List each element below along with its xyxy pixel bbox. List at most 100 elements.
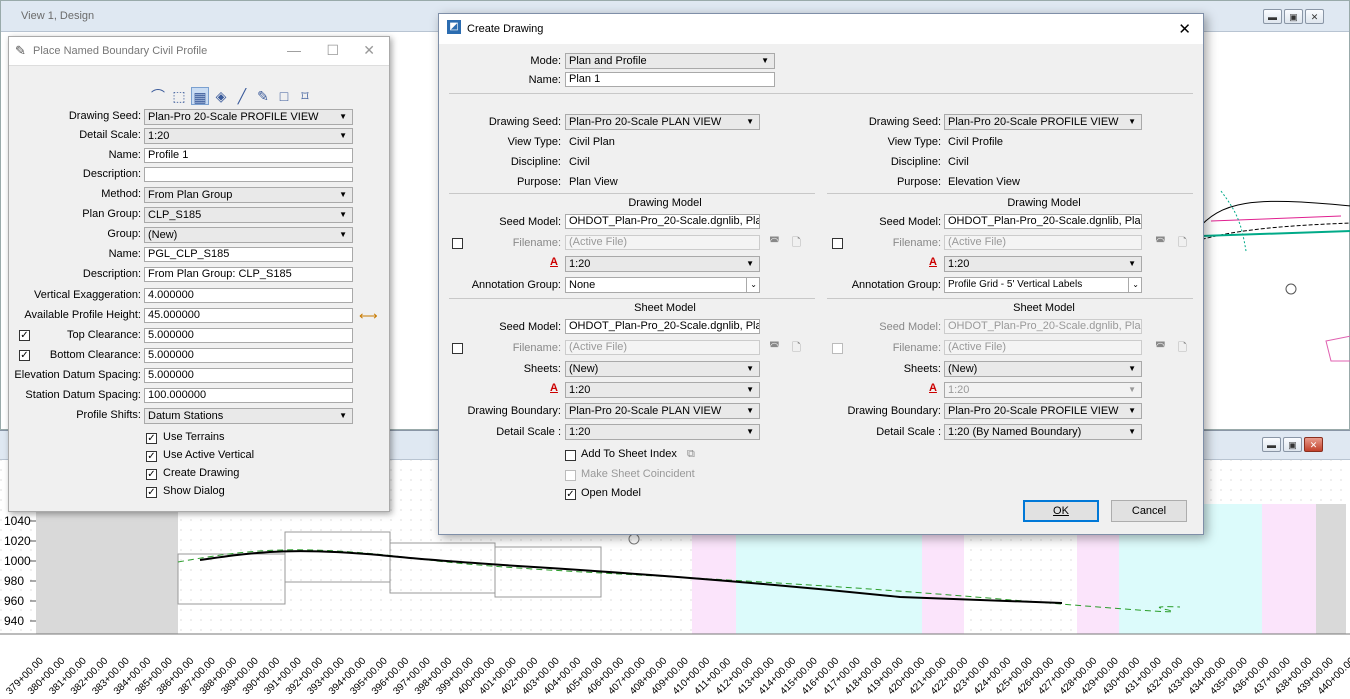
folder-icon[interactable]: ◚ [1155,235,1166,248]
close-icon[interactable]: ✕ [1178,20,1191,38]
left-sheets-dropdown[interactable]: (New) ▼ [565,361,760,377]
left-sheet-filename-field[interactable]: (Active File) [565,340,760,355]
shape-icon[interactable]: ⌑ [296,87,314,105]
group-name-field[interactable]: PGL_CLP_S185 [144,247,353,262]
y-axis-label: 980 [4,574,24,588]
mode-dropdown[interactable]: Plan and Profile ▼ [565,53,775,69]
open-model-checkbox[interactable]: ✓ [565,489,576,500]
new-file-icon[interactable]: 🗋 [792,234,801,253]
right-sheet-model-title: Sheet Model [1013,302,1075,314]
left-sheet-seed-model-field[interactable]: OHDOT_Plan-Pro_20-Scale.dgnlib, Plan-F [565,319,760,334]
chevron-down-icon: ▼ [1128,385,1136,394]
right-seed-model-field[interactable]: OHDOT_Plan-Pro_20-Scale.dgnlib, Plan-F [944,214,1142,229]
left-filename-field[interactable]: (Active File) [565,235,760,250]
group-description-field[interactable]: From Plan Group: CLP_S185 [144,267,353,282]
minimize-icon[interactable]: ▬ [1263,9,1282,24]
chevron-down-icon: ▼ [339,210,347,219]
left-detail-scale-dropdown[interactable]: 1:20 ▼ [565,424,760,440]
y-axis-label: 940 [4,614,24,628]
civil-boundary-icon[interactable]: ⌒ [149,87,167,105]
close-icon[interactable]: ✕ [363,42,375,59]
box-icon[interactable]: □ [275,87,293,105]
open-model-label: Open Model [581,487,641,499]
left-sheet-scale-dropdown[interactable]: 1:20 ▼ [565,382,760,398]
new-file-icon[interactable]: 🗋 [1178,234,1187,253]
profile-icon[interactable]: ▦ [191,87,209,105]
annotation-scale-icon: A [550,382,558,394]
make-sheet-coincident-checkbox[interactable] [565,470,576,481]
left-drawing-boundary-dropdown[interactable]: Plan-Pro 20-Scale PLAN VIEW ▼ [565,403,760,419]
new-file-icon[interactable]: 🗋 [1178,339,1187,358]
right-detail-scale-dropdown[interactable]: 1:20 (By Named Boundary) ▼ [944,424,1142,440]
right-sheets-label: Sheets: [903,363,941,375]
two-points-icon[interactable]: ╱ [233,87,251,105]
ok-button[interactable]: OK [1023,500,1099,522]
new-file-icon[interactable]: 🗋 [792,339,801,358]
create-drawing-checkbox[interactable]: ✓ [146,469,157,480]
top-clearance-field[interactable]: 5.000000 [144,328,353,343]
left-view-type-value: Civil Plan [569,136,615,148]
minimize-icon[interactable]: — [287,42,301,58]
right-purpose-label: Purpose: [896,176,941,188]
left-seed-model-field[interactable]: OHDOT_Plan-Pro_20-Scale.dgnlib, Plan-F [565,214,760,229]
sheet-index-icon[interactable]: ⧉ [687,448,695,461]
right-annotation-group-dropdown[interactable]: Profile Grid - 5' Vertical Labels ⌄ [944,277,1142,293]
right-sheet-filename-field[interactable]: (Active File) [944,340,1142,355]
annotation-scale-icon: A [929,382,937,394]
annotation-scale-icon: A [550,256,558,268]
add-to-sheet-index-checkbox[interactable] [565,450,576,461]
description-field[interactable] [144,167,353,182]
name-field[interactable]: Plan 1 [565,72,775,87]
left-annotation-scale-dropdown[interactable]: 1:20 ▼ [565,256,760,272]
minimize-icon[interactable]: ▬ [1262,437,1281,452]
restore-icon[interactable]: ▣ [1284,9,1303,24]
use-terrains-checkbox[interactable]: ✓ [146,433,157,444]
y-axis-label: 960 [4,594,24,608]
vertical-exaggeration-field[interactable]: 4.000000 [144,288,353,303]
maximize-icon[interactable]: ☐ [326,42,339,59]
station-datum-spacing-field[interactable]: 100.000000 [144,388,353,403]
right-filename-field[interactable]: (Active File) [944,235,1142,250]
use-active-vertical-checkbox[interactable]: ✓ [146,451,157,462]
measure-height-icon[interactable]: ⟷ [359,308,378,324]
profile-shifts-value: Datum Stations [148,410,224,422]
cancel-button[interactable]: Cancel [1111,500,1187,522]
right-sheets-dropdown[interactable]: (New) ▼ [944,361,1142,377]
folder-icon[interactable]: ◚ [769,235,780,248]
divider [827,193,1193,194]
section-icon[interactable]: ⬚ [170,87,188,105]
folder-icon[interactable]: ◚ [1155,340,1166,353]
pencil-icon[interactable]: ✎ [254,87,272,105]
3d-icon[interactable]: ◈ [212,87,230,105]
right-drawing-boundary-dropdown[interactable]: Plan-Pro 20-Scale PROFILE VIEW ▼ [944,403,1142,419]
bottom-clearance-field[interactable]: 5.000000 [144,348,353,363]
method-dropdown[interactable]: From Plan Group ▼ [144,187,353,203]
group-dropdown[interactable]: (New) ▼ [144,227,353,243]
right-drawing-seed-dropdown[interactable]: Plan-Pro 20-Scale PROFILE VIEW ▼ [944,114,1142,130]
left-drawing-seed-dropdown[interactable]: Plan-Pro 20-Scale PLAN VIEW ▼ [565,114,760,130]
drawing-seed-dropdown[interactable]: Plan-Pro 20-Scale PROFILE VIEW ▼ [144,109,353,125]
plan-group-dropdown[interactable]: CLP_S185 ▼ [144,207,353,223]
profile-shifts-dropdown[interactable]: Datum Stations ▼ [144,408,353,424]
elevation-datum-spacing-field[interactable]: 5.000000 [144,368,353,383]
available-profile-height-label: Available Profile Height: [24,309,141,321]
right-sheet-scale-dropdown[interactable]: 1:20 ▼ [944,382,1142,398]
available-profile-height-field[interactable]: 45.000000 [144,308,353,323]
design-graphics [1195,190,1350,362]
close-icon[interactable]: ✕ [1305,9,1324,24]
folder-icon[interactable]: ◚ [769,340,780,353]
right-annotation-scale-dropdown[interactable]: 1:20 ▼ [944,256,1142,272]
chevron-down-icon: ▼ [746,117,754,126]
restore-icon[interactable]: ▣ [1283,437,1302,452]
drawing-seed-label: Drawing Seed: [68,110,141,122]
right-detail-scale-label: Detail Scale : [876,426,941,438]
right-detail-scale-value: 1:20 (By Named Boundary) [948,426,1082,438]
left-seed-model-label: Seed Model: [499,216,561,228]
detail-scale-dropdown[interactable]: 1:20 ▼ [144,128,353,144]
name-field[interactable]: Profile 1 [144,148,353,163]
right-sheet-seed-model-field[interactable]: OHDOT_Plan-Pro_20-Scale.dgnlib, Plan-F [944,319,1142,334]
close-icon[interactable]: ✕ [1304,437,1323,452]
show-dialog-checkbox[interactable]: ✓ [146,487,157,498]
right-purpose-value: Elevation View [948,176,1020,188]
left-annotation-group-dropdown[interactable]: None ⌄ [565,277,760,293]
